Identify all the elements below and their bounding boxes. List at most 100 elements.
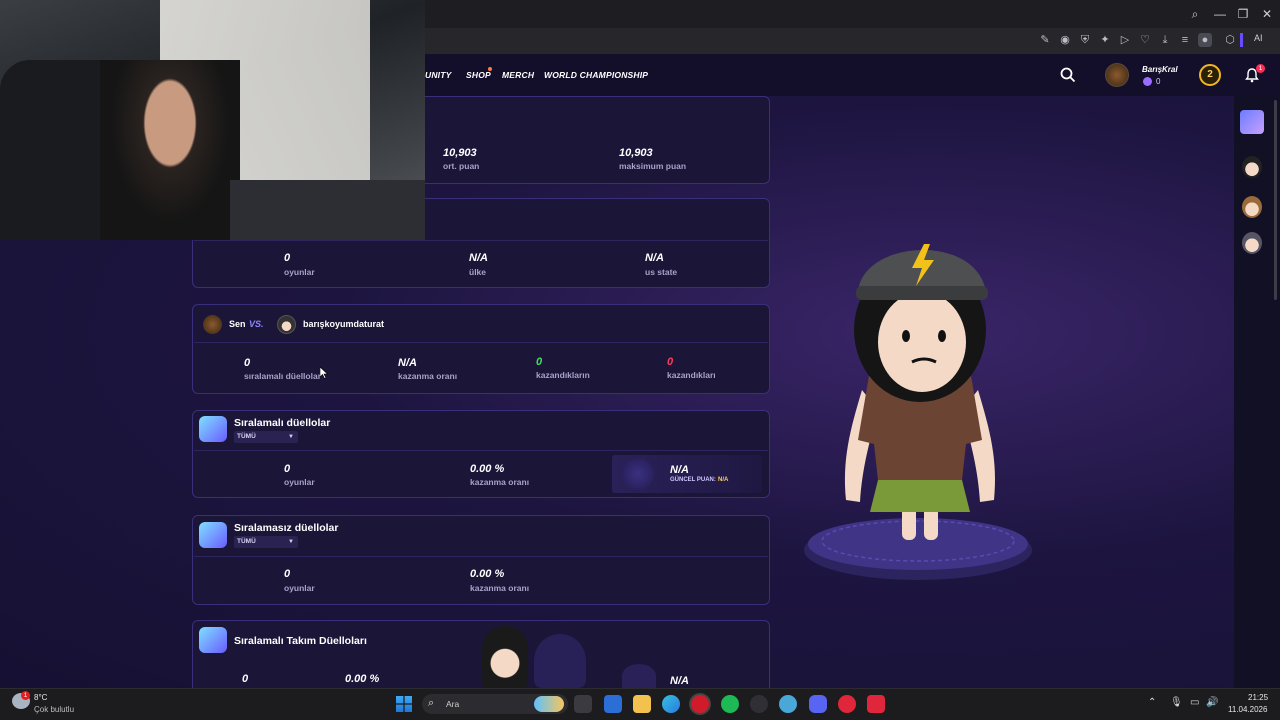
task-view-icon[interactable]: [574, 695, 592, 713]
shield-icon[interactable]: ⛨: [1078, 33, 1092, 47]
you-label: Sen: [229, 319, 246, 329]
state-label: us state: [645, 267, 678, 277]
discord-icon[interactable]: [809, 695, 827, 713]
friend-avatar[interactable]: [1242, 196, 1262, 218]
play-icon[interactable]: ▷: [1118, 33, 1132, 47]
nav-item-merch[interactable]: MERCH: [502, 70, 534, 80]
notification-count: 1: [1256, 64, 1265, 73]
opponent-name[interactable]: barışkoyumdaturat: [303, 319, 384, 329]
nav-item-shop[interactable]: SHOP: [466, 70, 491, 80]
team-avatar-2: [534, 634, 586, 688]
team-avatar-1: [482, 626, 528, 688]
webcam-overlay: [0, 0, 425, 240]
unranked-winrate-label: kazanma oranı: [470, 583, 530, 593]
search-icon[interactable]: [1060, 67, 1076, 88]
steam-icon[interactable]: [750, 695, 768, 713]
opera-icon[interactable]: [691, 695, 709, 713]
ranked-filter-dropdown[interactable]: TÜMÜ ▼: [234, 431, 298, 443]
games-label: oyunlar: [284, 267, 315, 277]
network-icon[interactable]: ▭: [1190, 697, 1199, 708]
player-avatar-3d[interactable]: [800, 210, 1040, 605]
username[interactable]: BarışKral: [1142, 65, 1178, 74]
ranked-duels-value: 0: [244, 357, 251, 369]
ranked-winrate-label: kazanma oranı: [470, 477, 530, 487]
profile-icon[interactable]: ●: [1198, 33, 1212, 47]
ranked-filter-value: TÜMÜ: [237, 433, 256, 440]
close-icon[interactable]: ✕: [1258, 5, 1276, 23]
shop-new-dot: [488, 67, 492, 71]
clock-time[interactable]: 21:25: [1248, 693, 1268, 702]
friend-avatar[interactable]: [1240, 110, 1264, 134]
their-wins-label: kazandıkları: [667, 370, 716, 380]
weather-badge: 1: [21, 691, 30, 700]
cube-icon[interactable]: ⬡: [1223, 33, 1237, 47]
search-tabs-icon[interactable]: ⌕: [1186, 5, 1204, 23]
nav-item-community[interactable]: UNITY: [425, 70, 452, 80]
team-rating-value: N/A: [670, 675, 689, 687]
edit-icon[interactable]: ✎: [1038, 33, 1052, 47]
avg-score-label: ort. puan: [443, 161, 480, 171]
spotify-icon[interactable]: [721, 695, 739, 713]
extension-icon[interactable]: ✦: [1098, 33, 1112, 47]
rank-emblem-icon: [622, 458, 654, 490]
download-icon[interactable]: ⤓: [1158, 33, 1172, 47]
max-score-label: maksimum puan: [619, 161, 687, 171]
ranked-rating-value: N/A: [670, 464, 689, 476]
unranked-filter-dropdown[interactable]: TÜMÜ ▼: [234, 536, 298, 548]
accent-bar: [1240, 33, 1243, 47]
clock-date[interactable]: 11.04.2026: [1228, 705, 1267, 714]
restore-icon[interactable]: ❐: [1234, 5, 1252, 23]
ranked-duels-icon: [199, 416, 227, 442]
h2h-winrate-value: N/A: [398, 357, 417, 369]
games-value: 0: [284, 252, 291, 264]
app-icon[interactable]: [838, 695, 856, 713]
file-explorer-icon[interactable]: [633, 695, 651, 713]
ranked-games-label: oyunlar: [284, 477, 315, 487]
camera-icon[interactable]: ◉: [1058, 33, 1072, 47]
divider: [194, 450, 768, 451]
scrollbar[interactable]: [1274, 100, 1277, 300]
ranked-duels-label: sıralamalı düellolar: [244, 371, 322, 381]
weather-condition[interactable]: Çok bulutlu: [34, 705, 74, 714]
desk: [230, 180, 425, 240]
coin-count: 0: [1156, 77, 1161, 86]
minimize-icon[interactable]: —: [1211, 5, 1229, 23]
ranked-duels-title: Sıralamalı düellolar: [234, 417, 331, 429]
ai-button[interactable]: AI: [1254, 33, 1263, 43]
volume-icon[interactable]: 🔊: [1206, 697, 1218, 708]
country-label: ülke: [469, 267, 487, 277]
store-icon[interactable]: [604, 695, 622, 713]
chevron-down-icon: ▼: [288, 434, 294, 440]
team-duels-title: Sıralamalı Takım Düelloları: [234, 635, 367, 647]
your-wins-label: kazandıkların: [536, 370, 590, 380]
friend-avatar[interactable]: [1242, 156, 1262, 178]
team-rank-emblem-icon: [622, 664, 656, 688]
streamer: [100, 60, 240, 240]
vs-label: VS.: [249, 319, 264, 329]
heart-icon[interactable]: ♡: [1138, 33, 1152, 47]
tray-chevron-icon[interactable]: ⌃: [1148, 697, 1156, 708]
ranked-winrate-value: 0.00 %: [470, 463, 505, 475]
team-winrate-value: 0.00 %: [345, 673, 380, 685]
weather-temp[interactable]: 8°C: [34, 693, 47, 702]
state-value: N/A: [645, 252, 664, 264]
ranked-games-value: 0: [284, 463, 291, 475]
edge-icon[interactable]: [662, 695, 680, 713]
unranked-games-value: 0: [284, 568, 291, 580]
search-icon: ⌕: [428, 697, 435, 709]
valorant-icon[interactable]: [867, 695, 885, 713]
nav-item-world-championship[interactable]: WORLD CHAMPIONSHIP: [544, 70, 648, 80]
unranked-games-label: oyunlar: [284, 583, 315, 593]
divider: [194, 342, 768, 343]
divider: [194, 240, 768, 241]
friend-avatar[interactable]: [1242, 232, 1262, 254]
user-avatar[interactable]: [1105, 63, 1129, 87]
mouse-cursor-icon: [319, 366, 329, 384]
menu-icon[interactable]: ≡: [1178, 33, 1192, 47]
level-badge[interactable]: 2: [1199, 64, 1221, 86]
unranked-duels-title: Sıralamasız düellolar: [234, 522, 339, 534]
taskbar-search-placeholder: Ara: [446, 699, 460, 709]
microphone-icon[interactable]: 🎙: [1170, 697, 1183, 708]
opponent-avatar[interactable]: [277, 315, 296, 334]
settings-icon[interactable]: [779, 695, 797, 713]
